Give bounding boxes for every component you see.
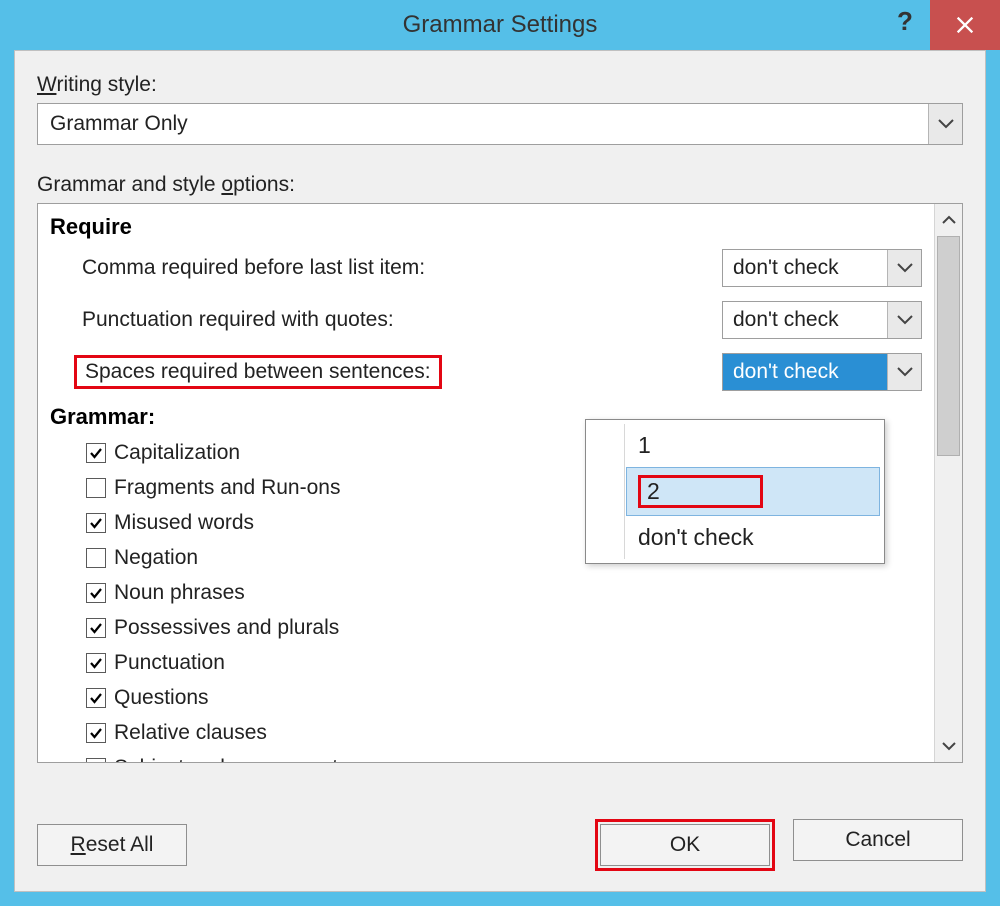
grammar-item-label: Fragments and Run-ons <box>114 476 340 500</box>
reset-all-button[interactable]: Reset All <box>37 824 187 866</box>
checkbox[interactable] <box>86 653 106 673</box>
chevron-down-icon <box>887 354 921 390</box>
chevron-down-icon <box>887 302 921 338</box>
ok-button[interactable]: OK <box>600 824 770 866</box>
require-header: Require <box>50 214 922 240</box>
checkbox[interactable] <box>86 723 106 743</box>
checkbox[interactable] <box>86 443 106 463</box>
grammar-item-label: Noun phrases <box>114 581 245 605</box>
checkbox[interactable] <box>86 618 106 638</box>
grammar-item: Punctuation <box>50 648 922 678</box>
grammar-item: Subject-verb agreement <box>50 753 922 762</box>
chevron-down-icon <box>887 250 921 286</box>
grammar-item-label: Subject-verb agreement <box>114 756 338 762</box>
ok-highlight: OK <box>595 819 775 871</box>
grammar-item: Relative clauses <box>50 718 922 748</box>
scroll-down-icon[interactable] <box>935 730 962 762</box>
options-label: Grammar and style options: <box>37 173 963 197</box>
scrollbar[interactable] <box>934 204 962 762</box>
chevron-down-icon <box>928 104 962 144</box>
menu-item-1[interactable]: 1 <box>626 424 880 467</box>
grammar-item-label: Capitalization <box>114 441 240 465</box>
require-row-spaces: Spaces required between sentences: don't… <box>50 352 922 392</box>
combo-spaces[interactable]: don't check <box>722 353 922 391</box>
close-icon <box>954 14 976 36</box>
dialog-title: Grammar Settings <box>403 11 598 39</box>
spaces-dropdown-menu: 1 2 don't check <box>585 419 885 564</box>
menu-item-2[interactable]: 2 <box>626 467 880 516</box>
help-button[interactable]: ? <box>880 0 930 50</box>
checkbox[interactable] <box>86 583 106 603</box>
writing-style-value: Grammar Only <box>50 112 188 136</box>
scroll-thumb[interactable] <box>937 236 960 456</box>
menu-item-dont-check[interactable]: don't check <box>626 516 880 559</box>
require-row-comma: Comma required before last list item: do… <box>50 248 922 288</box>
grammar-item-label: Negation <box>114 546 198 570</box>
close-button[interactable] <box>930 0 1000 50</box>
scroll-track[interactable] <box>935 236 962 730</box>
cancel-button[interactable]: Cancel <box>793 819 963 861</box>
require-row-punctuation: Punctuation required with quotes: don't … <box>50 300 922 340</box>
checkbox[interactable] <box>86 688 106 708</box>
grammar-item-label: Punctuation <box>114 651 225 675</box>
writing-style-label: Writing style: <box>37 73 963 97</box>
grammar-item-label: Misused words <box>114 511 254 535</box>
writing-style-combo[interactable]: Grammar Only <box>37 103 963 145</box>
grammar-item: Questions <box>50 683 922 713</box>
checkbox[interactable] <box>86 513 106 533</box>
grammar-item: Noun phrases <box>50 578 922 608</box>
grammar-item-label: Possessives and plurals <box>114 616 339 640</box>
checkbox[interactable] <box>86 548 106 568</box>
grammar-item-label: Questions <box>114 686 209 710</box>
titlebar-buttons: ? <box>880 0 1000 50</box>
titlebar: Grammar Settings ? <box>0 0 1000 50</box>
bottom-buttons: Reset All OK Cancel <box>37 819 963 871</box>
checkbox[interactable] <box>86 478 106 498</box>
checkbox[interactable] <box>86 758 106 762</box>
combo-punctuation[interactable]: don't check <box>722 301 922 339</box>
grammar-item: Possessives and plurals <box>50 613 922 643</box>
combo-comma[interactable]: don't check <box>722 249 922 287</box>
grammar-item-label: Relative clauses <box>114 721 267 745</box>
scroll-up-icon[interactable] <box>935 204 962 236</box>
